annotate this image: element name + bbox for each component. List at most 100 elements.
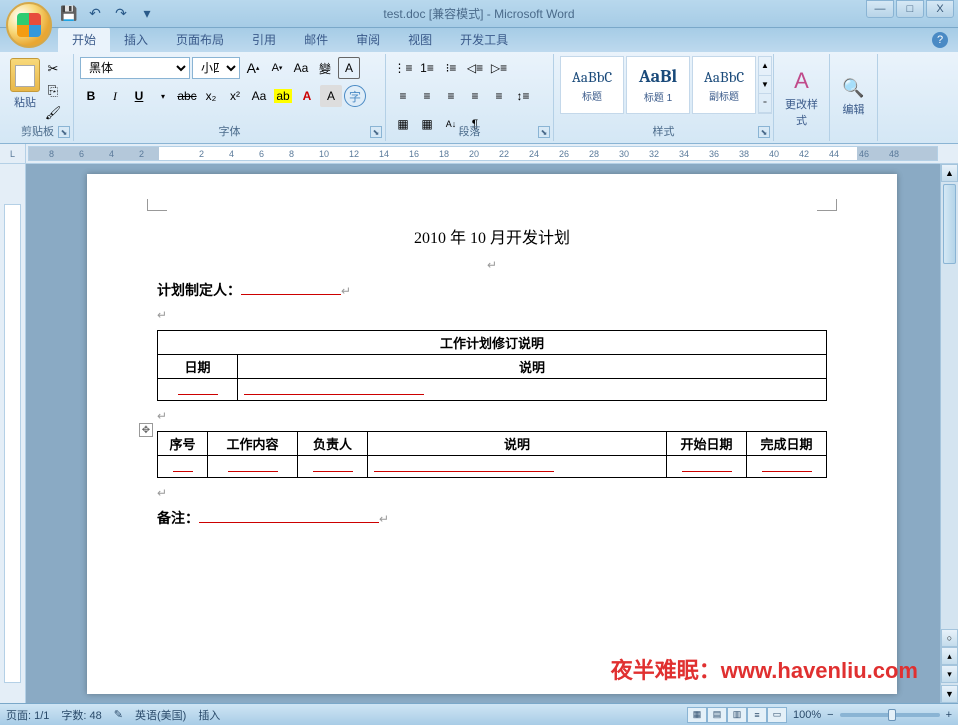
zoom-out-icon[interactable]: − xyxy=(827,709,833,721)
plan-table: 序号 工作内容 负责人 说明 开始日期 完成日期 xyxy=(157,431,827,478)
minimize-button[interactable]: — xyxy=(866,0,894,18)
table1-header: 工作计划修订说明 xyxy=(158,331,827,355)
zoom-slider[interactable] xyxy=(840,713,940,717)
clipboard-expand-icon[interactable]: ⬊ xyxy=(58,126,70,138)
vertical-scrollbar[interactable]: ▲ ○ ▴ ▾ ▼ xyxy=(940,164,958,703)
prev-page-icon[interactable]: ▴ xyxy=(941,647,958,665)
font-expand-icon[interactable]: ⬊ xyxy=(370,126,382,138)
zoom-slider-thumb[interactable] xyxy=(888,709,896,721)
style-scroll-more-icon[interactable]: ⁼ xyxy=(759,94,771,113)
justify-button[interactable]: ≡ xyxy=(464,85,486,107)
tab-insert[interactable]: 插入 xyxy=(110,27,162,52)
style-item-title[interactable]: AaBbC 标题 xyxy=(560,56,624,114)
font-name-select[interactable]: 黑体 xyxy=(80,57,190,79)
paragraph-mark: ↵ xyxy=(157,409,827,423)
undo-icon[interactable]: ↶ xyxy=(86,5,104,23)
format-painter-icon[interactable]: 🖌 xyxy=(44,104,62,122)
vertical-ruler[interactable] xyxy=(0,164,26,703)
distribute-button[interactable]: ≡ xyxy=(488,85,510,107)
align-right-button[interactable]: ≡ xyxy=(440,85,462,107)
increase-indent-button[interactable]: ▷≡ xyxy=(488,57,510,79)
font-color-button[interactable]: A xyxy=(296,85,318,107)
status-words[interactable]: 字数: 48 xyxy=(61,707,101,723)
redo-icon[interactable]: ↷ xyxy=(112,5,130,23)
char-fit-button[interactable]: 字 xyxy=(344,85,366,107)
underline-button[interactable]: U xyxy=(128,85,150,107)
tab-home[interactable]: 开始 xyxy=(58,27,110,52)
outline-view-icon[interactable]: ≡ xyxy=(747,707,767,723)
scroll-down-icon[interactable]: ▼ xyxy=(941,685,958,703)
cut-icon[interactable]: ✂ xyxy=(44,60,62,78)
change-case-button[interactable]: Aa xyxy=(248,85,270,107)
tab-mailings[interactable]: 邮件 xyxy=(290,27,342,52)
change-styles-icon[interactable]: A xyxy=(794,68,809,94)
style-item-heading1[interactable]: AaBl 标题 1 xyxy=(626,56,690,114)
multilevel-button[interactable]: ⁝≡ xyxy=(440,57,462,79)
window-controls: — □ X xyxy=(866,0,954,18)
numbering-button[interactable]: 1≡ xyxy=(416,57,438,79)
tab-view[interactable]: 视图 xyxy=(394,27,446,52)
maximize-button[interactable]: □ xyxy=(896,0,924,18)
char-shading-button[interactable]: A xyxy=(320,85,342,107)
subscript-button[interactable]: x₂ xyxy=(200,85,222,107)
superscript-button[interactable]: x² xyxy=(224,85,246,107)
scroll-up-icon[interactable]: ▲ xyxy=(941,164,958,182)
tab-references[interactable]: 引用 xyxy=(238,27,290,52)
paragraph-expand-icon[interactable]: ⬊ xyxy=(538,126,550,138)
help-icon[interactable]: ? xyxy=(932,32,948,48)
style-scroll-up-icon[interactable]: ▲ xyxy=(759,57,771,76)
next-page-icon[interactable]: ▾ xyxy=(941,665,958,683)
decrease-indent-button[interactable]: ◁≡ xyxy=(464,57,486,79)
paste-label: 粘贴 xyxy=(14,94,36,110)
bold-button[interactable]: B xyxy=(80,85,102,107)
office-logo-icon xyxy=(17,13,41,37)
line-spacing-button[interactable]: ↕≡ xyxy=(512,85,534,107)
clear-format-button[interactable]: Aa xyxy=(290,57,312,79)
style-gallery-scroll[interactable]: ▲ ▼ ⁼ xyxy=(758,56,772,114)
status-insert-mode[interactable]: 插入 xyxy=(198,707,220,723)
style-scroll-down-icon[interactable]: ▼ xyxy=(759,76,771,95)
document-page[interactable]: 2010 年 10 月开发计划 ↵ 计划制定人：↵ ↵ 工作计划修订说明 日期 … xyxy=(87,174,897,694)
zoom-level[interactable]: 100% xyxy=(793,709,821,721)
browse-object-icon[interactable]: ○ xyxy=(941,629,958,647)
draft-view-icon[interactable]: ▭ xyxy=(767,707,787,723)
web-view-icon[interactable]: ▥ xyxy=(727,707,747,723)
highlight-button[interactable]: ab xyxy=(272,85,294,107)
save-icon[interactable]: 💾 xyxy=(60,5,78,23)
zoom-in-icon[interactable]: + xyxy=(946,709,952,721)
editing-label[interactable]: 编辑 xyxy=(842,101,864,117)
shrink-font-button[interactable]: A▾ xyxy=(266,57,288,79)
italic-button[interactable]: I xyxy=(104,85,126,107)
align-left-button[interactable]: ≡ xyxy=(392,85,414,107)
pinyin-button[interactable]: 變 xyxy=(314,57,336,79)
grow-font-button[interactable]: A▴ xyxy=(242,57,264,79)
tab-developer[interactable]: 开发工具 xyxy=(446,27,522,52)
fullscreen-view-icon[interactable]: ▤ xyxy=(707,707,727,723)
print-layout-view-icon[interactable]: ▦ xyxy=(687,707,707,723)
copy-icon[interactable]: ⎘ xyxy=(44,82,62,100)
styles-expand-icon[interactable]: ⬊ xyxy=(758,126,770,138)
strikethrough-button[interactable]: abc xyxy=(176,85,198,107)
font-size-select[interactable]: 小四 xyxy=(192,57,240,79)
char-border-button[interactable]: A xyxy=(338,57,360,79)
proofing-icon[interactable]: ✎ xyxy=(114,708,123,721)
office-button[interactable] xyxy=(6,2,52,48)
status-page[interactable]: 页面: 1/1 xyxy=(6,707,49,723)
horizontal-ruler[interactable]: 8642246810121416182022242628303234363840… xyxy=(28,146,938,161)
bullets-button[interactable]: ⋮≡ xyxy=(392,57,414,79)
tab-layout[interactable]: 页面布局 xyxy=(162,27,238,52)
table-anchor-icon[interactable]: ✥ xyxy=(139,423,153,437)
change-styles-label[interactable]: 更改样式 xyxy=(780,96,823,128)
find-icon[interactable]: 🔍 xyxy=(842,78,864,99)
document-scroll-area[interactable]: 2010 年 10 月开发计划 ↵ 计划制定人：↵ ↵ 工作计划修订说明 日期 … xyxy=(26,164,958,703)
style-item-subtitle[interactable]: AaBbC 副标题 xyxy=(692,56,756,114)
close-button[interactable]: X xyxy=(926,0,954,18)
status-language[interactable]: 英语(美国) xyxy=(135,707,186,723)
scroll-thumb[interactable] xyxy=(943,184,956,264)
group-change-styles: A 更改样式 xyxy=(774,54,830,141)
margin-corner-tl xyxy=(147,199,167,211)
align-center-button[interactable]: ≡ xyxy=(416,85,438,107)
tab-review[interactable]: 审阅 xyxy=(342,27,394,52)
qat-more-icon[interactable]: ▾ xyxy=(138,5,156,23)
paragraph-mark: ↵ xyxy=(157,258,827,272)
